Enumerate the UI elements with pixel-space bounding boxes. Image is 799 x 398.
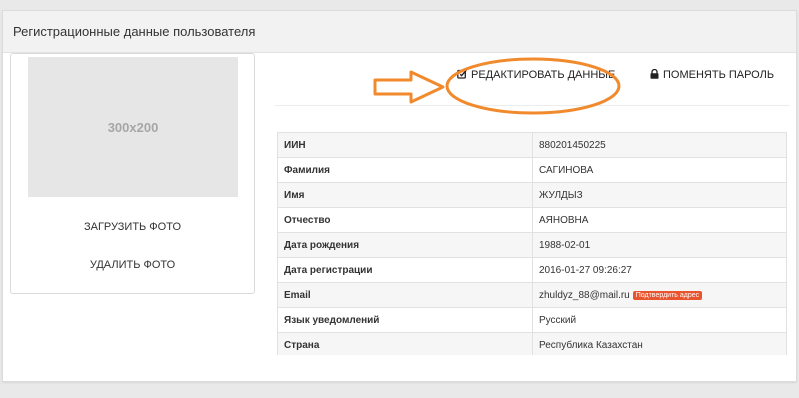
field-value-cell: zhuldyz_88@mail.ru Подтвердить адрес	[532, 282, 787, 308]
table-row: Дата рождения 1988-02-01	[277, 232, 787, 258]
field-value-cell: САГИНОВА	[532, 157, 787, 183]
change-password-label: ПОМЕНЯТЬ ПАРОЛЬ	[663, 69, 775, 81]
field-value: 1988-02-01	[539, 239, 591, 251]
table-fade	[277, 355, 787, 367]
field-value: 880201450225	[539, 139, 606, 151]
field-label: Дата рождения	[277, 232, 533, 258]
field-value: АЯНОВНА	[539, 214, 589, 226]
field-label: Фамилия	[277, 157, 533, 183]
field-value-cell: 2016-01-27 09:26:27	[532, 257, 787, 283]
panel-header: Регистрационные данные пользователя	[3, 11, 796, 53]
upload-photo-button[interactable]: ЗАГРУЗИТЬ ФОТО	[11, 221, 254, 233]
user-info-table: ИИН 880201450225 Фамилия САГИНОВА Имя ЖУЛДЫЗ О…	[277, 132, 787, 358]
field-label: Имя	[277, 182, 533, 208]
field-value-cell: 880201450225	[532, 132, 787, 158]
table-row: ИИН 880201450225	[277, 132, 787, 158]
field-label: ИИН	[277, 132, 533, 158]
table-row: Отчество АЯНОВНА	[277, 207, 787, 233]
field-value: Русский	[539, 314, 577, 326]
delete-photo-button[interactable]: УДАЛИТЬ ФОТО	[11, 259, 254, 271]
field-label: Отчество	[277, 207, 533, 233]
field-label: Страна	[277, 332, 533, 358]
lock-icon	[650, 68, 659, 82]
field-value-cell: ЖУЛДЫЗ	[532, 182, 787, 208]
field-label: Язык уведомлений	[277, 307, 533, 333]
field-value: ЖУЛДЫЗ	[539, 189, 583, 201]
table-row: Email zhuldyz_88@mail.ru Подтвердить адрес	[277, 282, 787, 308]
table-row: Имя ЖУЛДЫЗ	[277, 182, 787, 208]
field-value-cell: Республика Казахстан	[532, 332, 787, 358]
table-row: Язык уведомлений Русский	[277, 307, 787, 333]
photo-card: 300x200 ЗАГРУЗИТЬ ФОТО УДАЛИТЬ ФОТО	[10, 53, 255, 294]
photo-placeholder: 300x200	[28, 57, 238, 197]
field-value-cell: Русский	[532, 307, 787, 333]
field-value-cell: АЯНОВНА	[532, 207, 787, 233]
field-value: zhuldyz_88@mail.ru	[539, 289, 630, 301]
table-row: Страна Республика Казахстан	[277, 332, 787, 358]
annotation-arrow	[373, 70, 445, 104]
change-password-button[interactable]: ПОМЕНЯТЬ ПАРОЛЬ	[650, 65, 774, 85]
field-value-cell: 1988-02-01	[532, 232, 787, 258]
annotation-ellipse	[445, 57, 621, 115]
table-row: Дата регистрации 2016-01-27 09:26:27	[277, 257, 787, 283]
field-label: Дата регистрации	[277, 257, 533, 283]
field-value: Республика Казахстан	[539, 339, 643, 351]
field-label: Email	[277, 282, 533, 308]
confirm-email-button[interactable]: Подтвердить адрес	[632, 290, 703, 300]
field-value: САГИНОВА	[539, 164, 594, 176]
table-row: Фамилия САГИНОВА	[277, 157, 787, 183]
panel-title: Регистрационные данные пользователя	[13, 24, 256, 39]
field-value: 2016-01-27 09:26:27	[539, 264, 632, 276]
